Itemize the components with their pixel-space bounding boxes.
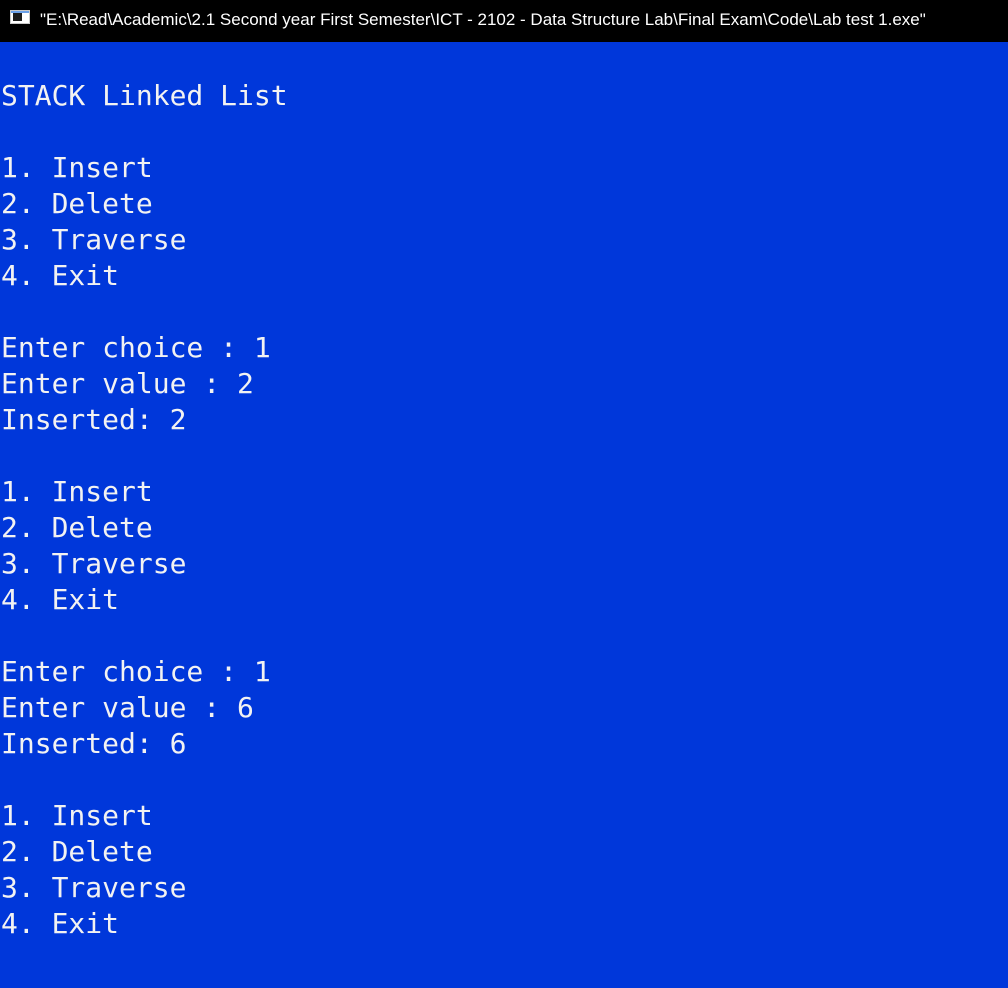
console-line: Enter value : 6 (1, 691, 254, 724)
console-line: 4. Exit (1, 907, 120, 940)
console-line: 2. Delete (1, 511, 153, 544)
console-line: Inserted: 2 (1, 403, 187, 436)
console-line: 4. Exit (1, 583, 120, 616)
console-line: 2. Delete (1, 187, 153, 220)
console-output[interactable]: STACK Linked List 1. Insert 2. Delete 3.… (0, 78, 1008, 988)
console-line: 3. Traverse (1, 547, 187, 580)
console-line: 2. Delete (1, 835, 153, 868)
console-line: STACK Linked List (1, 79, 288, 112)
window-title: "E:\Read\Academic\2.1 Second year First … (40, 10, 926, 29)
console-line: 1. Insert (1, 475, 153, 508)
console-app-icon (10, 10, 32, 26)
console-line: 4. Exit (1, 259, 120, 292)
console-line: Enter choice : 1 (1, 655, 271, 688)
console-line: 1. Insert (1, 151, 153, 184)
console-line: Inserted: 6 (1, 727, 187, 760)
title-bar[interactable]: "E:\Read\Academic\2.1 Second year First … (0, 0, 1008, 42)
console-line: 3. Traverse (1, 223, 187, 256)
console-window: "E:\Read\Academic\2.1 Second year First … (0, 0, 1008, 988)
console-line: 3. Traverse (1, 871, 187, 904)
console-line: 1. Insert (1, 799, 153, 832)
console-line: Enter choice : 1 (1, 331, 271, 364)
console-line: Enter value : 2 (1, 367, 254, 400)
